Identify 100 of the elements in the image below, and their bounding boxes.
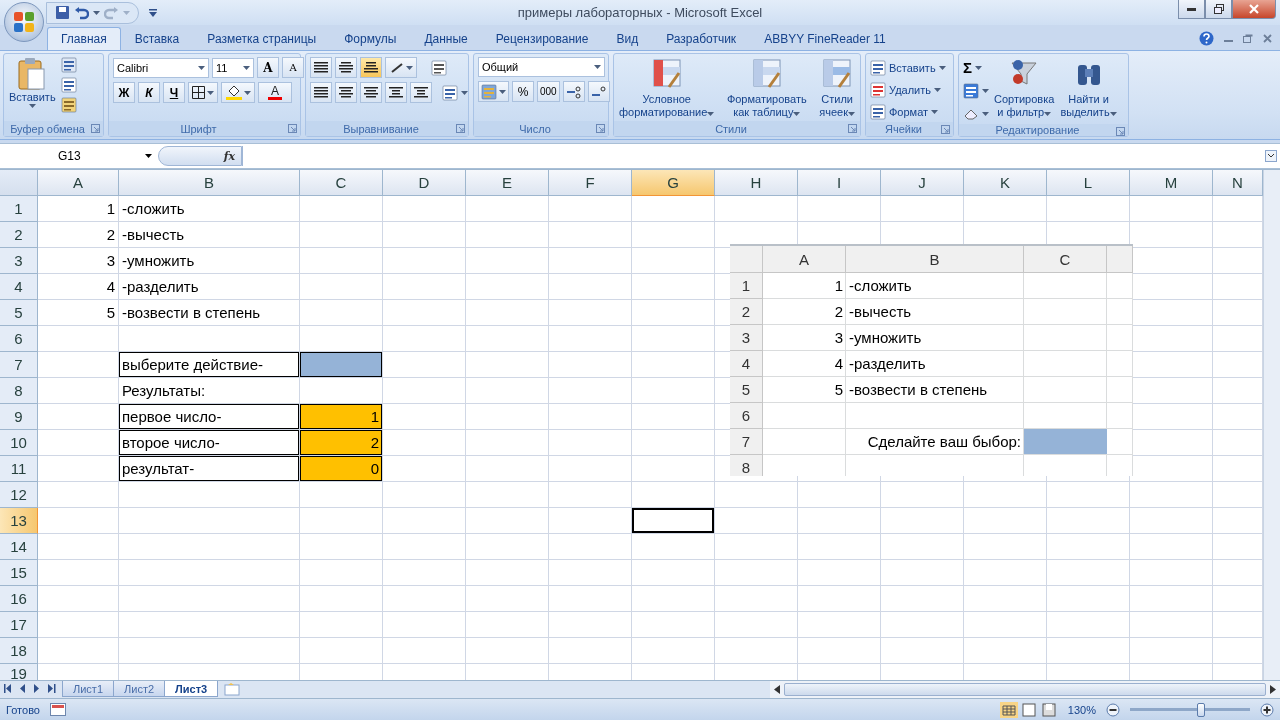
row-header[interactable]: 5	[0, 300, 38, 326]
shrink-font-button[interactable]: A	[282, 57, 304, 78]
row-header[interactable]: 17	[0, 612, 38, 638]
cell[interactable]: -вычесть	[119, 222, 300, 248]
row-header[interactable]: 9	[0, 404, 38, 430]
cell[interactable]: выберите действие-	[119, 352, 300, 378]
horizontal-scrollbar[interactable]	[770, 681, 1280, 698]
sheet-tab[interactable]: Лист1	[62, 681, 115, 697]
font-size-field[interactable]: 11	[212, 57, 254, 78]
styles-button[interactable]: Условное форматирование	[618, 57, 716, 119]
column-header[interactable]: C	[300, 170, 383, 196]
row-header[interactable]: 3	[0, 248, 38, 274]
column-header[interactable]: D	[383, 170, 466, 196]
row-header[interactable]: 2	[0, 222, 38, 248]
cells-button[interactable]: Удалить	[870, 79, 946, 100]
ribbon-tab[interactable]: Формулы	[330, 27, 411, 50]
cell[interactable]: 0	[300, 456, 383, 482]
grow-font-button[interactable]: A	[257, 57, 279, 78]
restore-button[interactable]	[1205, 0, 1232, 19]
insert-function-button[interactable]: fx	[158, 146, 242, 166]
fill-button[interactable]	[963, 80, 989, 101]
scroll-left-icon[interactable]	[774, 685, 780, 694]
caret-icon[interactable]	[198, 65, 205, 70]
help-icon[interactable]	[1199, 31, 1214, 46]
font-name-field[interactable]: Calibri	[113, 57, 209, 78]
row-header[interactable]: 11	[0, 456, 38, 482]
row-header[interactable]: 16	[0, 586, 38, 612]
row-header[interactable]: 6	[0, 326, 38, 352]
cell[interactable]: -возвести в степень	[119, 300, 300, 326]
sheet-tab[interactable]: Лист3	[164, 681, 219, 697]
cell[interactable]: 2	[300, 430, 383, 456]
cell[interactable]: первое число-	[119, 404, 300, 430]
column-header[interactable]: B	[119, 170, 300, 196]
ribbon-tab[interactable]: Вставка	[120, 27, 194, 50]
restore-icon[interactable]	[1243, 34, 1253, 43]
column-header[interactable]: H	[715, 170, 798, 196]
borders-button[interactable]	[188, 82, 218, 103]
row-header[interactable]: 18	[0, 638, 38, 664]
cell[interactable]: результат-	[119, 456, 300, 482]
row-header[interactable]: 12	[0, 482, 38, 508]
close-button[interactable]	[1232, 0, 1276, 19]
ribbon-tab[interactable]: Вид	[602, 27, 653, 50]
column-header[interactable]: K	[964, 170, 1047, 196]
ribbon-tab[interactable]: Данные	[410, 27, 482, 50]
cell[interactable]: 2	[38, 222, 119, 248]
customize-icon[interactable]	[149, 8, 157, 17]
ribbon-tab[interactable]: Разметка страницы	[193, 27, 331, 50]
cell[interactable]: 5	[38, 300, 119, 326]
zoom-out-icon[interactable]	[1106, 702, 1120, 717]
orientation-button[interactable]	[385, 57, 417, 78]
currency-button[interactable]	[478, 81, 509, 102]
undo-icon[interactable]	[74, 5, 89, 20]
row-header[interactable]: 15	[0, 560, 38, 586]
save-icon[interactable]	[55, 5, 70, 20]
row-header[interactable]: 13	[0, 508, 38, 534]
styles-button[interactable]: Форматировать как таблицу	[725, 57, 808, 119]
row-header[interactable]: 8	[0, 378, 38, 404]
bold-button[interactable]: Ж	[113, 82, 135, 103]
cell[interactable]: -разделить	[119, 274, 300, 300]
caret-icon[interactable]	[243, 65, 250, 70]
cell[interactable]	[300, 352, 383, 378]
ribbon-tab[interactable]: Главная	[47, 27, 121, 50]
find-select-button[interactable]: Найти и выделить	[1059, 57, 1118, 119]
sheet-navigation-icon[interactable]	[4, 684, 58, 693]
office-button[interactable]	[4, 2, 44, 42]
cell[interactable]: -сложить	[119, 196, 300, 222]
row-header[interactable]: 1	[0, 196, 38, 222]
page-break-icon[interactable]	[1039, 701, 1058, 718]
font-color-button[interactable]: A	[258, 82, 292, 103]
column-header[interactable]: F	[549, 170, 632, 196]
caret-icon[interactable]	[594, 65, 601, 69]
decrease-decimal-button[interactable]	[587, 81, 610, 102]
cell[interactable]: -умножить	[119, 248, 300, 274]
ribbon-tab[interactable]: Рецензирование	[481, 27, 603, 50]
vertical-scrollbar[interactable]	[1263, 170, 1280, 680]
sort-filter-button[interactable]: Сортировка и фильтр	[993, 57, 1056, 119]
cell[interactable]: второе число-	[119, 430, 300, 456]
cell[interactable]: 3	[38, 248, 119, 274]
cells-button[interactable]: Вставить	[870, 57, 946, 78]
page-layout-icon[interactable]	[1019, 701, 1038, 718]
slider-thumb[interactable]	[1196, 702, 1205, 717]
name-box[interactable]: G13	[0, 146, 158, 166]
underline-button[interactable]: Ч	[163, 82, 185, 103]
minimize-button[interactable]	[1178, 0, 1205, 19]
ribbon-tab[interactable]: ABBYY FineReader 11	[750, 27, 900, 50]
column-header[interactable]: M	[1130, 170, 1213, 196]
thousands-button[interactable]: 000	[537, 81, 560, 102]
active-cell[interactable]	[632, 508, 715, 534]
cell[interactable]: 1	[300, 404, 383, 430]
column-header[interactable]: A	[38, 170, 119, 196]
column-header[interactable]: E	[466, 170, 549, 196]
row-header[interactable]: 7	[0, 352, 38, 378]
percent-button[interactable]: %	[512, 81, 534, 102]
caret-icon[interactable]	[145, 154, 152, 158]
column-header[interactable]: G	[632, 170, 715, 196]
italic-button[interactable]: К	[138, 82, 160, 103]
column-header[interactable]: I	[798, 170, 881, 196]
normal-view-icon[interactable]	[999, 701, 1018, 718]
cell[interactable]: 4	[38, 274, 119, 300]
zoom-in-icon[interactable]	[1260, 702, 1274, 717]
